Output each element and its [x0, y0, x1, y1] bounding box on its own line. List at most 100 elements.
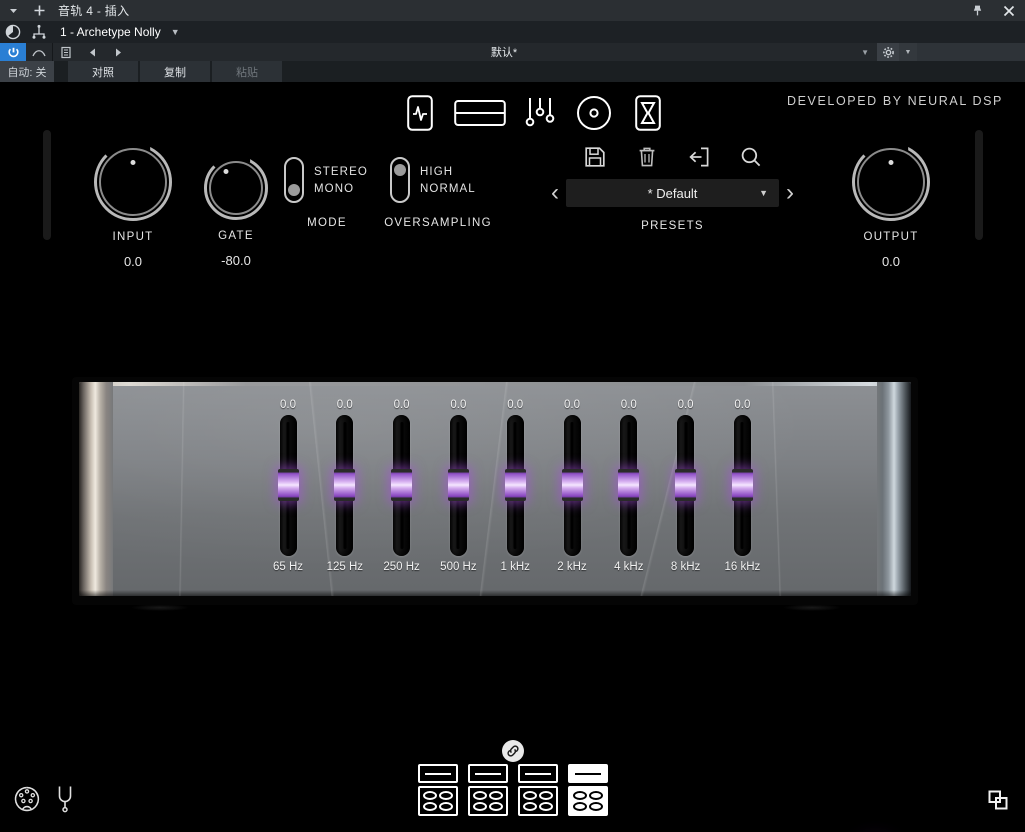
oversampling-control: HIGH NORMAL OVERSAMPLING: [384, 157, 508, 229]
automation-state-label[interactable]: 自动: 关: [0, 61, 54, 82]
gear-caret-icon[interactable]: ▼: [899, 43, 917, 61]
next-triangle-icon[interactable]: [105, 43, 131, 61]
link-chain-icon[interactable]: [501, 740, 524, 762]
preset-selector[interactable]: * Default ▼: [566, 179, 779, 207]
amp-icon[interactable]: [400, 93, 440, 133]
eq-band-value: 0.0: [336, 399, 353, 411]
eq-band-handle[interactable]: [334, 469, 356, 501]
menu-caret-icon[interactable]: [0, 0, 26, 21]
eq-band-handle[interactable]: [447, 469, 469, 501]
compare-button[interactable]: 对照: [68, 61, 138, 82]
cab-icon[interactable]: [454, 93, 506, 133]
oversampling-option-normal[interactable]: NORMAL: [420, 183, 476, 195]
presets-label: PRESETS: [641, 220, 704, 232]
power-icon[interactable]: [0, 43, 26, 61]
host-titlebar: 音轨 4 - 插入: [0, 0, 1025, 21]
module-head: [417, 764, 458, 783]
eq-band-value: 0.0: [507, 399, 524, 411]
eq-band-frequency: 4 kHz: [614, 561, 644, 573]
eq-band-handle[interactable]: [504, 469, 526, 501]
eq-band-handle[interactable]: [561, 469, 583, 501]
gear-icon[interactable]: [877, 43, 899, 61]
routing-icon[interactable]: [26, 21, 52, 43]
preset-prev-button[interactable]: ‹: [551, 181, 559, 205]
eq-band-slider[interactable]: [675, 415, 697, 556]
plugin-slot-name[interactable]: 1 - Archetype Nolly: [60, 25, 161, 39]
midi-din-icon[interactable]: [14, 786, 40, 817]
mode-option-stereo[interactable]: STEREO: [314, 166, 368, 178]
resize-handle-icon[interactable]: [987, 789, 1009, 816]
save-preset-icon[interactable]: [583, 145, 607, 169]
eq-band-value: 0.0: [677, 399, 694, 411]
eq-band-frequency: 500 Hz: [440, 561, 477, 573]
output-label: OUTPUT: [863, 231, 919, 243]
knob-arc: [857, 148, 925, 216]
rack-module-1[interactable]: [417, 764, 458, 816]
right-rail: [975, 130, 983, 240]
search-preset-icon[interactable]: [739, 145, 763, 169]
oversampling-option-high[interactable]: HIGH: [420, 166, 476, 178]
output-knob[interactable]: [852, 143, 930, 221]
gate-value: -80.0: [221, 253, 251, 268]
input-knob[interactable]: [94, 143, 172, 221]
eq-band-handle[interactable]: [731, 469, 753, 501]
eq-band-handle[interactable]: [391, 469, 413, 501]
chevron-down-icon[interactable]: ▼: [759, 188, 768, 198]
knob-indicator: [888, 160, 894, 165]
close-icon[interactable]: [993, 0, 1025, 21]
effects-sliders-icon[interactable]: [520, 93, 560, 133]
list-icon[interactable]: [53, 43, 79, 61]
oversampling-toggle[interactable]: [390, 157, 410, 203]
knob-arc: [209, 161, 263, 215]
rack-module-3[interactable]: [517, 764, 558, 816]
eq-band-frequency: 125 Hz: [326, 561, 364, 573]
import-preset-icon[interactable]: [687, 145, 711, 169]
paste-button[interactable]: 粘贴: [212, 61, 282, 82]
rack-module-4[interactable]: [567, 764, 608, 816]
host-preset-name: 默认*: [490, 47, 518, 59]
eq-band-slider[interactable]: [277, 415, 299, 556]
module-knobs: [417, 786, 458, 816]
eq-bands: 0.0 65 Hz 0.0 125 Hz 0.0 250 Hz 0.0 500 Hz 0.0 1 …: [72, 377, 918, 605]
module-knobs: [467, 786, 508, 816]
eq-band-frequency: 250 Hz: [383, 561, 420, 573]
mode-control: STEREO MONO MODE: [284, 157, 370, 229]
preset-current-name: * Default: [647, 185, 698, 201]
eq-band-slider[interactable]: [618, 415, 640, 556]
pin-icon[interactable]: [961, 0, 993, 21]
eq-band-slider[interactable]: [334, 415, 356, 556]
bypass-icon[interactable]: [0, 21, 26, 43]
host-action-row: 自动: 关 对照 复制 粘贴: [0, 61, 1025, 82]
eq-band-handle[interactable]: [277, 469, 299, 501]
knob-arc: [99, 148, 167, 216]
preset-next-button[interactable]: ›: [786, 181, 794, 205]
host-preset-selector[interactable]: 默认* ▼: [131, 43, 877, 61]
module-bar: [424, 772, 451, 775]
eq-band-slider[interactable]: [391, 415, 413, 556]
mode-option-mono[interactable]: MONO: [314, 183, 368, 195]
eq-band-handle[interactable]: [675, 469, 697, 501]
plus-icon[interactable]: [26, 0, 52, 21]
module-bar: [474, 772, 501, 775]
reel-icon[interactable]: [574, 93, 614, 133]
rack-module-2[interactable]: [467, 764, 508, 816]
eq-band-handle[interactable]: [618, 469, 640, 501]
eq-band-slider[interactable]: [561, 415, 583, 556]
automation-curve-icon[interactable]: [26, 43, 52, 61]
delete-preset-icon[interactable]: [635, 145, 659, 169]
mixer-icon[interactable]: [628, 93, 668, 133]
module-knobs: [567, 786, 608, 816]
tuning-fork-icon[interactable]: [56, 785, 74, 818]
mode-toggle[interactable]: [284, 157, 304, 203]
eq-band-slider[interactable]: [504, 415, 526, 556]
preset-actions: [540, 145, 805, 169]
rack-foot-left: [130, 604, 190, 611]
chevron-down-icon[interactable]: ▼: [171, 27, 180, 37]
module-head: [517, 764, 558, 783]
prev-triangle-icon[interactable]: [79, 43, 105, 61]
host-track-title: 音轨 4 - 插入: [58, 4, 130, 18]
copy-button[interactable]: 复制: [140, 61, 210, 82]
eq-band-slider[interactable]: [731, 415, 753, 556]
eq-band-slider[interactable]: [447, 415, 469, 556]
gate-knob[interactable]: [204, 156, 268, 220]
